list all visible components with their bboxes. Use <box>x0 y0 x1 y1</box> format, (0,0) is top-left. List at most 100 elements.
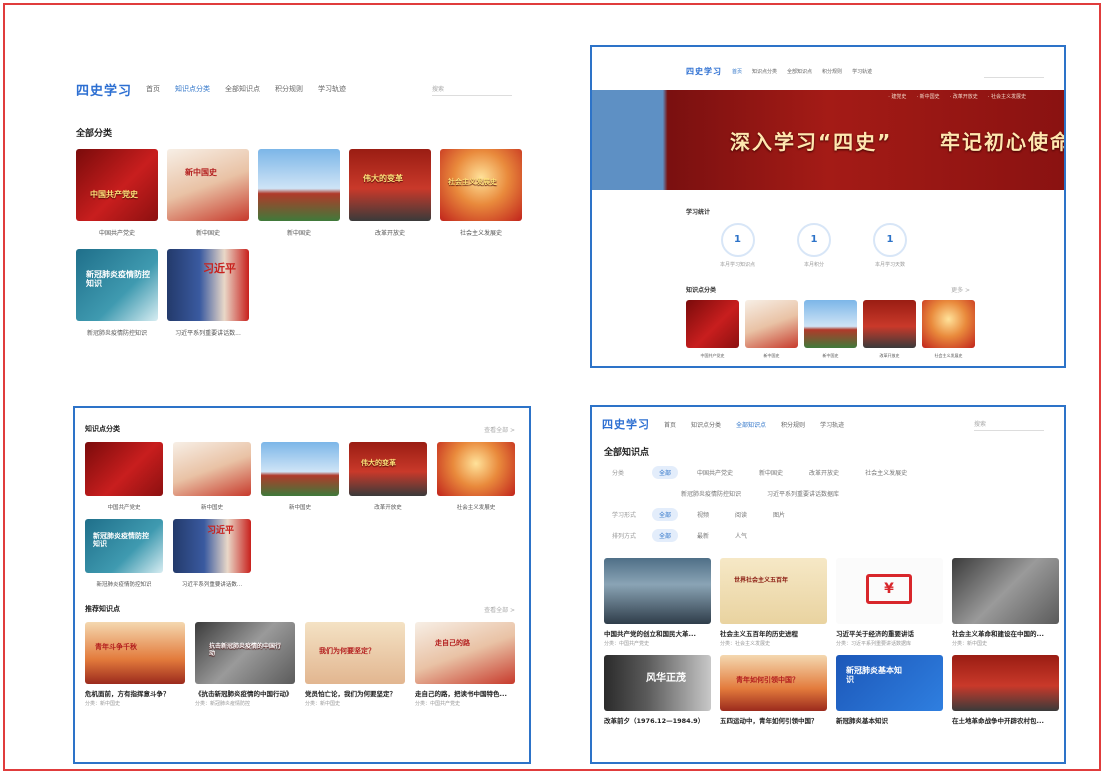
nav-item-points[interactable]: 积分规则 <box>781 420 805 429</box>
article-title: 社会主义革命和建设在中国的... <box>952 630 1044 638</box>
filter-row-format: 学习形式 全部 视频 阅读 图片 <box>612 508 1064 521</box>
article-thumbnail: ¥ <box>836 558 943 624</box>
filter-option[interactable]: 视频 <box>690 508 716 521</box>
banner-link[interactable]: · 社会主义发展史 <box>988 93 1026 100</box>
category-card[interactable]: 改革开放史 <box>863 300 916 359</box>
category-card[interactable]: 习近平 习近平系列重要讲话数... <box>167 249 249 337</box>
article-card[interactable]: 风华正茂 改革前夕（1976.12—1984.9） <box>604 655 711 725</box>
site-logo[interactable]: 四史学习 <box>76 80 132 99</box>
article-card[interactable]: 社会主义革命和建设在中国的... 分类：新中国史 <box>952 558 1059 647</box>
category-label: 中国共产党史 <box>98 230 135 237</box>
filter-option[interactable]: 习近平系列重要讲话数据库 <box>760 487 846 500</box>
category-thumbnail <box>85 442 163 496</box>
filter-option[interactable]: 中国共产党史 <box>690 466 740 479</box>
nav-item-all[interactable]: 全部知识点 <box>736 420 766 429</box>
article-card[interactable]: 走自己的路 走自己的路，把读书中国特色... 分类：中国共产党史 <box>415 622 515 707</box>
nav-item-track[interactable]: 学习轨迹 <box>820 420 844 429</box>
nav-item-categories[interactable]: 知识点分类 <box>691 420 721 429</box>
category-card[interactable]: 中国共产党史 <box>85 442 163 511</box>
search-input[interactable]: 搜索 <box>432 82 512 96</box>
recommend-title: 推荐知识点 <box>85 605 120 613</box>
banner-link[interactable]: · 建党史 <box>888 93 906 100</box>
nav-item-all[interactable]: 全部知识点 <box>225 84 260 94</box>
article-card[interactable]: 青年如何引领中国？ 五四运动中，青年如何引领中国？ <box>720 655 827 725</box>
article-card[interactable]: ¥ 习近平关于经济的重要讲话 分类：习近平系列重要讲话数据库 <box>836 558 943 647</box>
more-link[interactable]: 查看全部 > <box>484 425 515 434</box>
recommend-header: 推荐知识点 查看全部 > <box>75 588 529 614</box>
banner-link[interactable]: · 新中国史 <box>916 93 939 100</box>
stat-month-score: 1 本月积分 <box>797 223 832 268</box>
filter-row-category-more: 新冠肺炎疫情防控知识 习近平系列重要讲话数据库 <box>612 487 1064 500</box>
filter-label: 分类 <box>612 470 625 477</box>
nav-item-home[interactable]: 首页 <box>664 420 676 429</box>
category-label: 新中国史 <box>763 353 780 358</box>
category-card[interactable]: 社会主义发展史 社会主义发展史 <box>440 149 522 237</box>
article-title: 新冠肺炎基本知识 <box>836 717 888 725</box>
section-title: 全部分类 <box>76 129 113 139</box>
filter-panel: 分类 全部 中国共产党史 新中国史 改革开放史 社会主义发展史 新冠肺炎疫情防控… <box>592 466 1064 542</box>
filter-option[interactable]: 改革开放史 <box>802 466 846 479</box>
article-card[interactable]: 中国共产党的创立和国民大革... 分类：中国共产党史 <box>604 558 711 647</box>
category-card[interactable]: 伟大的变革 改革开放史 <box>349 149 431 237</box>
site-logo[interactable]: 四史学习 <box>602 416 650 432</box>
nav-item-track[interactable]: 学习轨迹 <box>318 84 346 94</box>
category-card[interactable]: 习近平 习近平系列重要讲话数... <box>173 519 251 588</box>
category-card[interactable]: 新中国史 <box>745 300 798 359</box>
article-meta: 分类：新中国史 <box>85 701 121 707</box>
search-input[interactable] <box>984 64 1044 78</box>
stat-value: 1 <box>810 234 818 245</box>
category-card[interactable]: 中国共产党史 中国共产党史 <box>76 149 158 237</box>
nav-item-categories[interactable]: 知识点分类 <box>752 68 777 75</box>
article-thumbnail: 青年如何引领中国？ <box>720 655 827 711</box>
filter-option[interactable]: 阅读 <box>728 508 754 521</box>
filter-option[interactable]: 社会主义发展史 <box>858 466 914 479</box>
stats-title: 学习统计 <box>686 209 711 216</box>
more-link[interactable]: 查看全部 > <box>484 605 515 614</box>
top-nav: 四史学习 首页 知识点分类 全部知识点 积分规则 学习轨迹 <box>592 61 1064 81</box>
category-card[interactable]: 伟大的变革 改革开放史 <box>349 442 427 511</box>
stat-label: 本月学习天数 <box>875 262 906 268</box>
filter-option[interactable]: 人气 <box>728 529 754 542</box>
article-card[interactable]: 我们为何要坚定？ 党员怕亡论，我们为何要坚定？ 分类：新中国史 <box>305 622 405 707</box>
category-card[interactable]: 新中国史 <box>173 442 251 511</box>
hero-banner[interactable]: · 建党史 · 新中国史 · 改革开放史 · 社会主义发展史 深入学习“四史” … <box>592 90 1064 190</box>
category-card[interactable]: 新中国史 新中国史 <box>167 149 249 237</box>
article-title: 党员怕亡论，我们为何要坚定？ <box>305 690 396 698</box>
panel-home: 四史学习 首页 知识点分类 全部知识点 积分规则 学习轨迹 搜索 全部分类 中国… <box>62 66 532 366</box>
category-card[interactable]: 社会主义发展史 <box>437 442 515 511</box>
nav-item-categories[interactable]: 知识点分类 <box>175 84 210 94</box>
article-card[interactable]: 抗击新冠肺炎疫情的中国行动 《抗击新冠肺炎疫情的中国行动》 分类：新冠肺炎疫情防控 <box>195 622 295 707</box>
banner-link[interactable]: · 改革开放史 <box>950 93 978 100</box>
filter-option[interactable]: 图片 <box>766 508 792 521</box>
nav-item-home[interactable]: 首页 <box>146 84 160 94</box>
category-card[interactable]: 新中国史 <box>258 149 340 237</box>
more-link[interactable]: 更多 > <box>951 285 970 294</box>
category-card[interactable]: 社会主义发展史 <box>922 300 975 359</box>
nav-item-points[interactable]: 积分规则 <box>275 84 303 94</box>
site-logo[interactable]: 四史学习 <box>686 66 722 77</box>
thumbnail-caption: 风华正茂 <box>646 673 686 684</box>
article-card[interactable]: 新冠肺炎基本知识 新冠肺炎基本知识 <box>836 655 943 725</box>
filter-option[interactable]: 全部 <box>652 529 679 542</box>
nav-item-home[interactable]: 首页 <box>732 68 742 75</box>
filter-option[interactable]: 新中国史 <box>752 466 790 479</box>
filter-option[interactable]: 新冠肺炎疫情防控知识 <box>674 487 748 500</box>
nav-item-points[interactable]: 积分规则 <box>822 68 842 75</box>
article-card[interactable]: 青年斗争千秋 危机面前，方有指挥意斗争？ 分类：新中国史 <box>85 622 185 707</box>
article-card[interactable]: 世界社会主义五百年 社会主义五百年的历史进程 分类：社会主义发展史 <box>720 558 827 647</box>
filter-option[interactable]: 全部 <box>652 466 679 479</box>
category-card[interactable]: 新冠肺炎疫情防控知识 新冠肺炎疫情防控知识 <box>85 519 163 588</box>
filter-option[interactable]: 全部 <box>652 508 679 521</box>
search-input[interactable]: 搜索 <box>974 417 1044 431</box>
category-card[interactable]: 新中国史 <box>804 300 857 359</box>
nav-item-track[interactable]: 学习轨迹 <box>852 68 872 75</box>
category-card[interactable]: 新中国史 <box>261 442 339 511</box>
nav-item-all[interactable]: 全部知识点 <box>787 68 812 75</box>
article-card[interactable]: 在土地革命战争中开辟农村包... <box>952 655 1059 725</box>
article-title: 在土地革命战争中开辟农村包... <box>952 717 1044 725</box>
category-card[interactable]: 中国共产党史 <box>686 300 739 359</box>
category-thumbnail: 新冠肺炎疫情防控知识 <box>76 249 158 321</box>
yen-note-icon: ¥ <box>866 574 912 604</box>
category-card[interactable]: 新冠肺炎疫情防控知识 新冠肺炎疫情防控知识 <box>76 249 158 337</box>
filter-option[interactable]: 最新 <box>690 529 716 542</box>
